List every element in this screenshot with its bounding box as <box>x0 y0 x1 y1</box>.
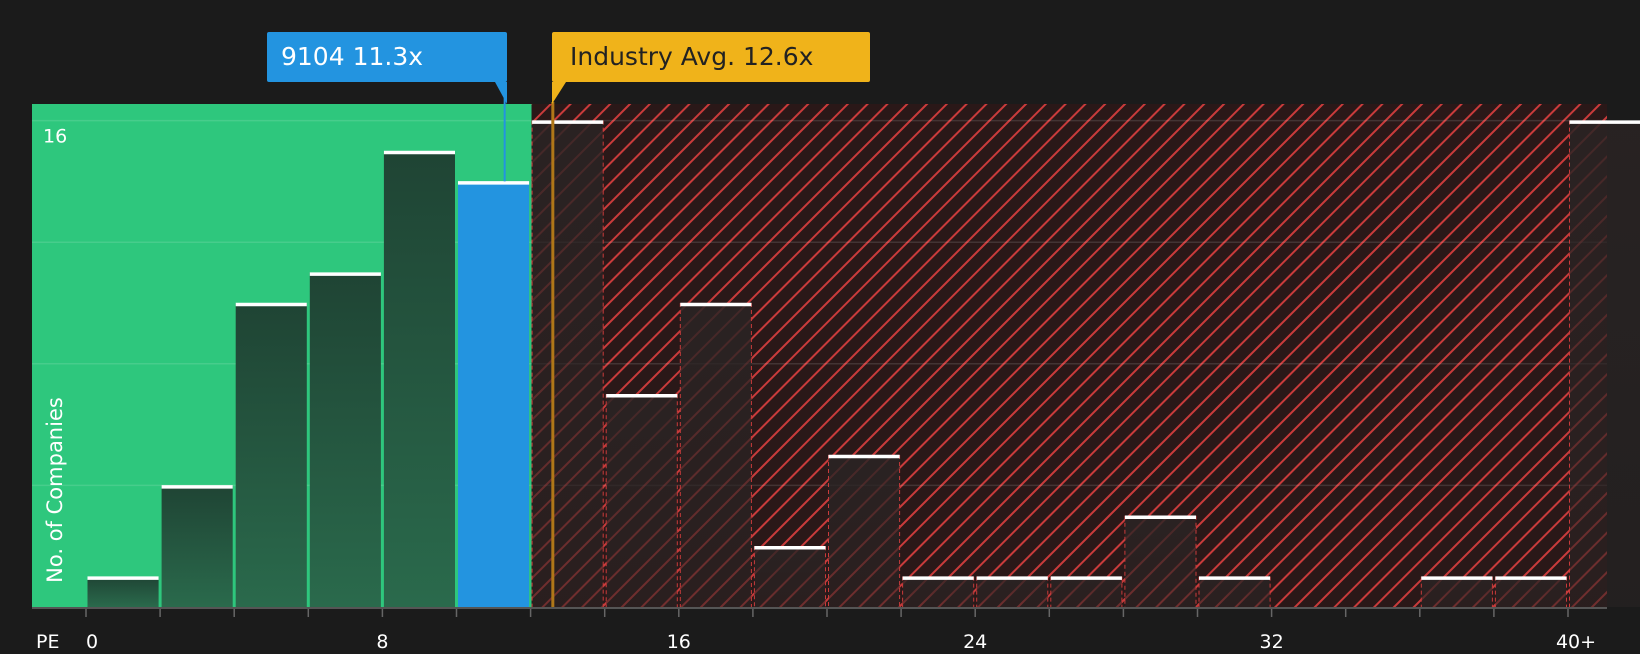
chart-svg: 16 0 8 16 24 32 40+ 9104 11.3x Industry Avg. 1… <box>0 0 1640 650</box>
x-tick-label: 24 <box>963 631 987 650</box>
bar <box>162 485 233 607</box>
x-tick-label: 8 <box>376 631 388 650</box>
y-tick-label: 16 <box>43 126 67 148</box>
x-tick-label: 32 <box>1260 631 1284 650</box>
industry-label-pointer <box>552 82 566 104</box>
x-axis-label: PE <box>36 631 59 650</box>
company-label-pointer <box>495 82 507 104</box>
bar <box>1051 577 1122 607</box>
bar <box>754 546 825 607</box>
company-label: 9104 11.3x <box>281 42 423 71</box>
bar <box>1421 577 1492 607</box>
bar <box>532 121 603 607</box>
x-axis: 0 8 16 24 32 40+ <box>32 608 1607 650</box>
bar <box>606 394 677 607</box>
x-tick-label: 0 <box>86 631 98 650</box>
bar <box>384 151 455 607</box>
bar <box>829 455 900 607</box>
bar <box>1125 516 1196 607</box>
bar <box>977 577 1048 607</box>
bar <box>236 303 307 607</box>
x-tick-label: 16 <box>667 631 691 650</box>
pe-distribution-chart: 16 0 8 16 24 32 40+ 9104 11.3x Industry Avg. 1… <box>0 0 1640 650</box>
bar <box>680 303 751 607</box>
bar <box>1495 577 1566 607</box>
bar <box>88 577 159 607</box>
bar <box>310 273 381 607</box>
x-tick-label: 40+ <box>1556 631 1596 650</box>
bar <box>903 577 974 607</box>
industry-label: Industry Avg. 12.6x <box>570 42 813 71</box>
y-axis-label: No. of Companies <box>43 397 67 583</box>
bar <box>1199 577 1270 607</box>
bar <box>458 181 529 607</box>
bar <box>1570 121 1640 607</box>
